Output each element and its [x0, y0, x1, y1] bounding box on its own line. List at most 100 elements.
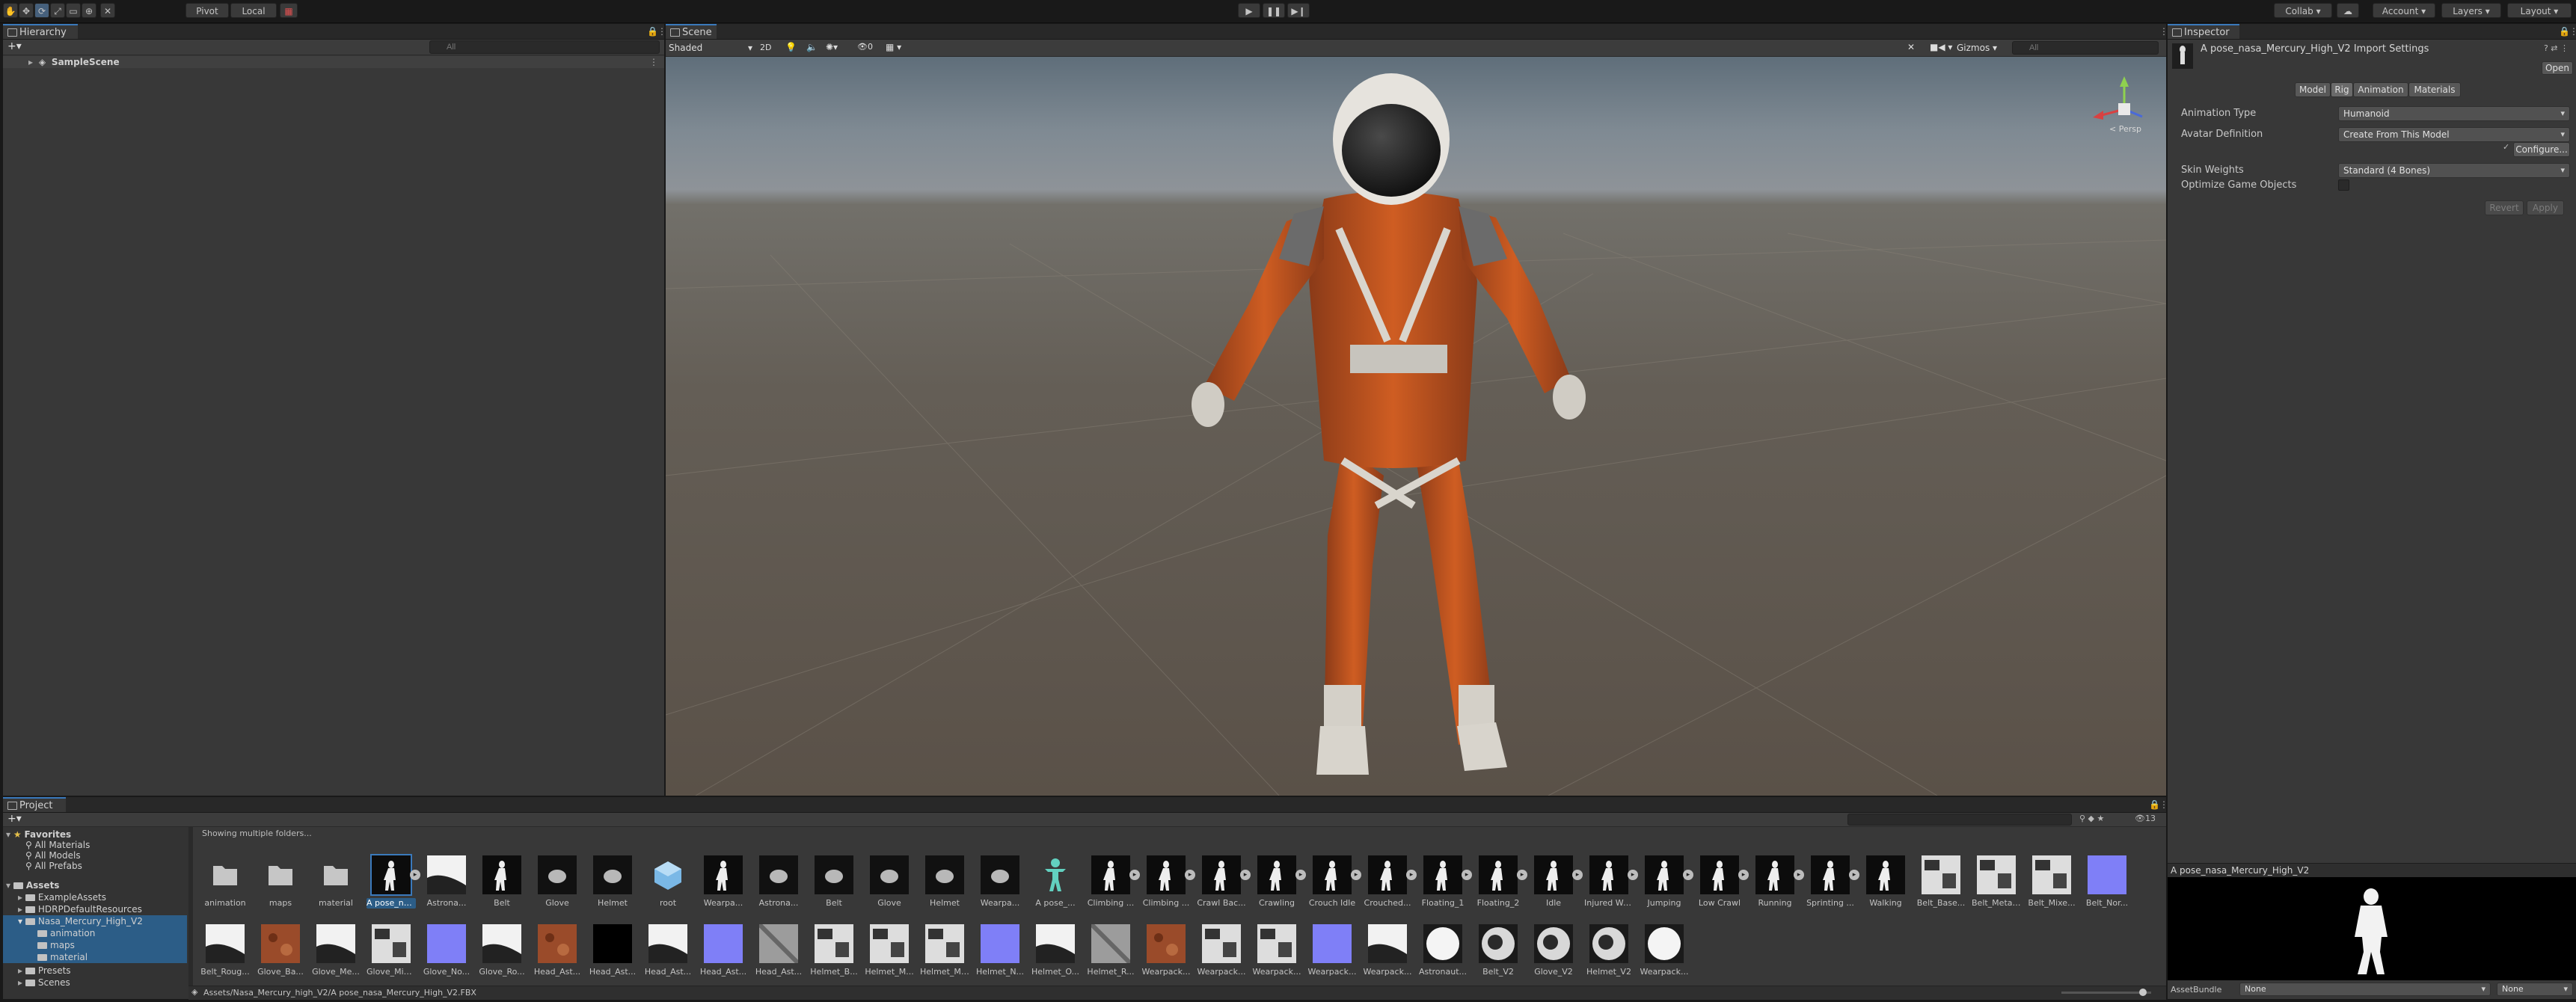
- zoom-slider-handle[interactable]: [2139, 989, 2147, 996]
- expand-subassets-icon[interactable]: ▸: [1517, 870, 1527, 880]
- asset-tile[interactable]: ▸ Climbing ...: [1086, 855, 1140, 909]
- asset-tile[interactable]: Helmet_V2: [1584, 924, 1634, 977]
- asset-tile[interactable]: ▸ Crouch Idle: [1307, 855, 1361, 909]
- persp-label[interactable]: < Persp: [2109, 124, 2141, 134]
- asset-tile[interactable]: Wearpack...: [1363, 924, 1412, 977]
- account-dropdown[interactable]: Account ▾: [2373, 3, 2435, 18]
- add-icon[interactable]: +▾: [7, 40, 22, 52]
- expand-subassets-icon[interactable]: ▸: [1129, 870, 1140, 880]
- asset-tile[interactable]: ▸ Idle: [1529, 855, 1583, 909]
- asset-tile[interactable]: ▸ A pose_na...: [367, 854, 420, 909]
- tab-scene[interactable]: Scene: [666, 24, 717, 39]
- asset-tile[interactable]: Belt_Mixe...: [2027, 855, 2076, 909]
- asset-tile[interactable]: Glove_V2: [1529, 924, 1578, 977]
- camera-icon[interactable]: ■◀ ▾: [1930, 42, 1952, 52]
- folder-row[interactable]: ▸ ExampleAssets: [18, 891, 106, 903]
- lighting-icon[interactable]: 💡: [785, 42, 797, 52]
- hidden-packages-toggle[interactable]: 👁13: [2135, 814, 2156, 823]
- expand-subassets-icon[interactable]: ▸: [1628, 870, 1638, 880]
- model-preview[interactable]: [2168, 877, 2576, 980]
- asset-tile[interactable]: Belt_Roug...: [200, 924, 250, 977]
- assets-row[interactable]: ▾ Assets: [6, 879, 59, 891]
- asset-tile[interactable]: Astronaut...: [1418, 924, 1468, 977]
- custom-tool-icon[interactable]: ✕: [100, 3, 115, 18]
- folder-row[interactable]: ▸ HDRPDefaultResources: [18, 903, 142, 915]
- project-lock-icon[interactable]: 🔒: [2149, 800, 2160, 809]
- expand-arrow-icon[interactable]: ▾: [6, 829, 10, 840]
- asset-tile[interactable]: Astrona...: [422, 855, 471, 909]
- scene-viewport[interactable]: < Persp: [666, 57, 2166, 796]
- expand-arrow-icon[interactable]: ▸: [28, 57, 33, 67]
- expand-subassets-icon[interactable]: ▸: [1462, 870, 1472, 880]
- tree-scrollbar[interactable]: [188, 827, 193, 999]
- layout-dropdown[interactable]: Layout ▾: [2507, 3, 2572, 18]
- inspector-header-icons[interactable]: ? ⇄ ⋮: [2544, 43, 2569, 53]
- inspector-lock-icon[interactable]: 🔒: [2559, 27, 2570, 36]
- expand-subassets-icon[interactable]: ▸: [1240, 870, 1251, 880]
- project-search-input[interactable]: [1847, 814, 2072, 826]
- asset-tile[interactable]: Glove_Ro...: [477, 924, 527, 977]
- play-button[interactable]: ▶: [1238, 3, 1260, 18]
- apply-button[interactable]: Apply: [2527, 200, 2564, 215]
- project-menu-icon[interactable]: ⋮: [2159, 800, 2168, 809]
- asset-tile[interactable]: ▸ Climbing ...: [1141, 855, 1195, 909]
- asset-tile[interactable]: maps: [256, 855, 305, 909]
- expand-subassets-icon[interactable]: ▸: [410, 870, 420, 880]
- asset-tile[interactable]: Head_Ast...: [754, 922, 803, 977]
- step-button[interactable]: ▶❙: [1287, 3, 1310, 18]
- collab-dropdown[interactable]: Collab ▾: [2274, 3, 2332, 18]
- cloud-icon[interactable]: ☁: [2337, 3, 2359, 18]
- folder-row-selected[interactable]: material: [3, 951, 187, 963]
- asset-tile[interactable]: ▸ Crouched...: [1363, 855, 1417, 909]
- inspector-menu-icon[interactable]: ⋮: [2569, 27, 2576, 36]
- asset-tile[interactable]: Wearpa...: [699, 855, 748, 909]
- animation-type-dropdown[interactable]: Humanoid: [2338, 106, 2570, 121]
- expand-arrow-icon[interactable]: ▾: [6, 880, 10, 891]
- expand-subassets-icon[interactable]: ▸: [1295, 870, 1306, 880]
- expand-subassets-icon[interactable]: ▸: [1794, 870, 1804, 880]
- scene-menu-icon[interactable]: ⋮: [649, 56, 658, 68]
- asset-tile[interactable]: Glove_No...: [422, 924, 471, 977]
- expand-subassets-icon[interactable]: ▸: [1683, 870, 1693, 880]
- asset-tile[interactable]: Glove: [865, 855, 914, 909]
- scale-tool-icon[interactable]: ⤢: [50, 3, 65, 18]
- expand-arrow-icon[interactable]: ▸: [18, 904, 22, 915]
- asset-tile[interactable]: Astrona...: [754, 855, 803, 909]
- asset-tile[interactable]: ▸ Crawl Bac...: [1197, 855, 1251, 909]
- expand-arrow-icon[interactable]: ▸: [18, 977, 22, 988]
- asset-tile[interactable]: Wearpa...: [975, 855, 1025, 909]
- asset-tile[interactable]: material: [311, 855, 361, 909]
- grid-icon[interactable]: ▦ ▾: [886, 42, 901, 52]
- tab-materials[interactable]: Materials: [2408, 82, 2461, 97]
- zoom-slider[interactable]: [2061, 989, 2151, 996]
- effects-icon[interactable]: ✺▾: [826, 42, 838, 52]
- tab-inspector[interactable]: Inspector: [2168, 24, 2239, 39]
- asset-tile[interactable]: ▸ Crawling: [1252, 855, 1306, 909]
- tools-icon[interactable]: ✕: [1907, 42, 1915, 52]
- asset-tile[interactable]: Helmet_Mi...: [920, 924, 969, 977]
- scene-menu-icon[interactable]: ⋮: [2159, 27, 2168, 36]
- open-button[interactable]: Open: [2542, 61, 2573, 75]
- asset-tile[interactable]: ▸ Jumping: [1640, 855, 1693, 909]
- asset-tile[interactable]: animation: [200, 855, 250, 909]
- asset-tile[interactable]: Belt: [809, 855, 859, 909]
- asset-tile[interactable]: Helmet_M...: [865, 924, 914, 977]
- optimize-game-objects-checkbox[interactable]: [2338, 179, 2349, 191]
- asset-tile[interactable]: Belt_Metal...: [1972, 855, 2021, 909]
- asset-tile[interactable]: ▸ Low Crawl: [1695, 855, 1749, 909]
- asset-tile[interactable]: Wearpack...: [1307, 924, 1357, 977]
- asset-tile[interactable]: ▸ Floating_1: [1418, 855, 1472, 909]
- folder-row-selected[interactable]: maps: [3, 939, 187, 951]
- asset-tile[interactable]: ▸ Injured Wa...: [1584, 855, 1638, 909]
- expand-arrow-icon[interactable]: ▸: [18, 965, 22, 976]
- favorite-item[interactable]: ⚲ All Prefabs: [25, 860, 82, 872]
- asset-tile[interactable]: Wearpack...: [1640, 924, 1689, 977]
- configure-button[interactable]: Configure...: [2513, 142, 2570, 157]
- asset-tile[interactable]: Helmet: [588, 855, 637, 909]
- lock-icon[interactable]: 🔒: [647, 27, 658, 36]
- asset-tile[interactable]: Helmet_N...: [975, 924, 1025, 977]
- tab-rig[interactable]: Rig: [2331, 82, 2353, 97]
- asset-tile[interactable]: Belt_Base...: [1916, 855, 1966, 909]
- skin-weights-dropdown[interactable]: Standard (4 Bones): [2338, 163, 2570, 178]
- audio-icon[interactable]: 🔈: [806, 42, 818, 52]
